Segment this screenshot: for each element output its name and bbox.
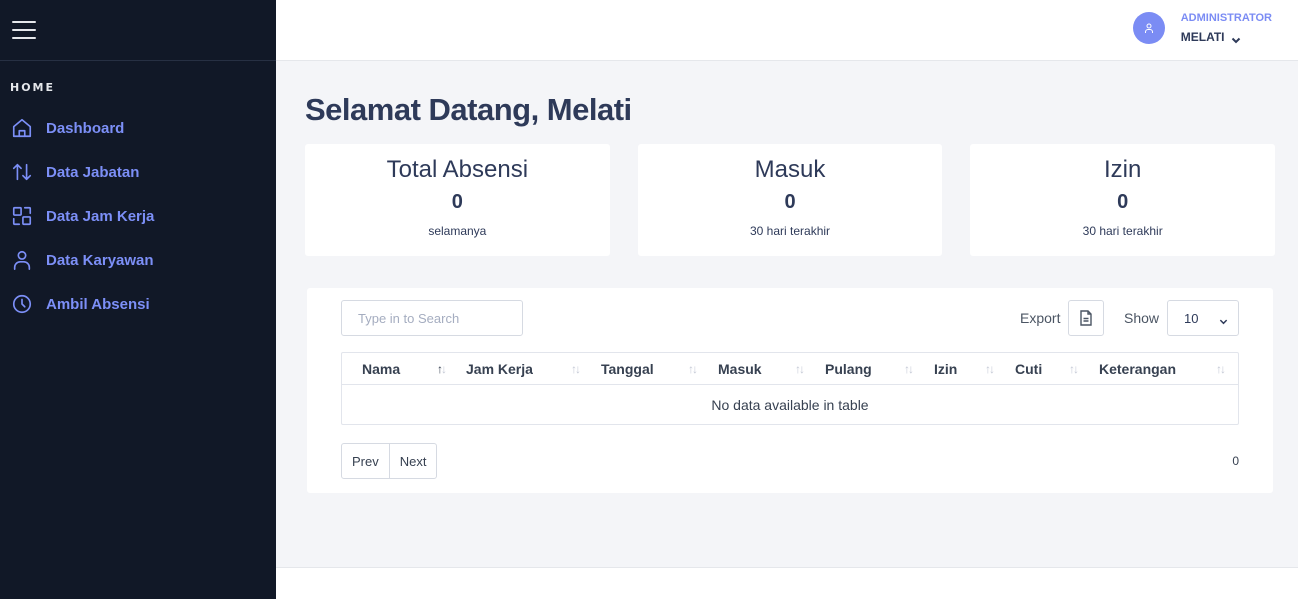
top-header: ADMINISTRATOR MELATI — [276, 0, 1298, 61]
sort-icon[interactable]: ↑↓ — [904, 362, 914, 376]
chevron-down-icon[interactable] — [1231, 32, 1241, 44]
shapes-icon — [10, 204, 34, 228]
sidebar: HOME Dashboard Data Jabatan Data Jam Ker… — [0, 0, 276, 599]
pagination: Prev Next — [341, 443, 438, 479]
sort-icon[interactable]: ↑↓ — [571, 362, 581, 376]
sidebar-item-dashboard[interactable]: Dashboard — [0, 106, 276, 150]
sidebar-item-data-karyawan[interactable]: Data Karyawan — [0, 238, 276, 282]
hamburger-menu-icon[interactable] — [12, 21, 36, 39]
user-name: MELATI — [1180, 30, 1225, 44]
stat-card-value: 0 — [451, 191, 463, 213]
page-title: Selamat Datang, Melati — [305, 92, 632, 127]
search-input[interactable] — [341, 300, 523, 336]
stat-card-title: Masuk — [754, 156, 826, 183]
column-header-izin[interactable]: Izin — [934, 353, 957, 384]
show-label: Show — [1124, 310, 1160, 326]
sidebar-section-label: HOME — [10, 81, 56, 94]
footer — [276, 567, 1298, 599]
sidebar-item-ambil-absensi[interactable]: Ambil Absensi — [0, 282, 276, 326]
export-button[interactable] — [1068, 300, 1104, 336]
stat-cards: Total Absensi 0 selamanya Masuk 0 30 har… — [305, 144, 1276, 256]
sidebar-item-label: Data Karyawan — [46, 251, 154, 269]
chevron-down-icon — [1219, 314, 1228, 325]
sidebar-item-label: Data Jam Kerja — [46, 207, 155, 225]
sort-icon[interactable]: ↑↓ — [985, 362, 995, 376]
stat-card-subtitle: 30 hari terakhir — [749, 224, 831, 238]
column-header-jam-kerja[interactable]: Jam Kerja — [466, 353, 533, 384]
attendance-table-panel: Export Show 10 Nama ↑↓ Jam Kerja ↑↓ Tang… — [307, 288, 1273, 493]
stat-card-total-absensi: Total Absensi 0 selamanya — [305, 144, 610, 256]
sidebar-nav: Dashboard Data Jabatan Data Jam Kerja Da… — [0, 106, 276, 326]
sort-icon[interactable]: ↑↓ — [437, 362, 447, 376]
user-menu[interactable]: ADMINISTRATOR MELATI — [1132, 11, 1272, 44]
page-size-value: 10 — [1184, 310, 1199, 326]
sort-arrows-icon — [10, 160, 34, 184]
user-info: ADMINISTRATOR MELATI — [1181, 11, 1272, 44]
sort-icon[interactable]: ↑↓ — [688, 362, 698, 376]
sidebar-header — [0, 0, 276, 61]
sidebar-item-label: Dashboard — [46, 119, 125, 137]
table-header-row: Nama ↑↓ Jam Kerja ↑↓ Tanggal ↑↓ Masuk ↑↓… — [342, 353, 1238, 385]
total-count: 0 — [1232, 454, 1239, 468]
table-empty-message: No data available in table — [711, 396, 869, 413]
stat-card-value: 0 — [1117, 191, 1129, 213]
sort-icon[interactable]: ↑↓ — [1216, 362, 1226, 376]
sidebar-item-label: Data Jabatan — [46, 163, 140, 181]
column-header-tanggal[interactable]: Tanggal — [601, 353, 654, 384]
prev-page-button[interactable]: Prev — [342, 444, 389, 478]
column-header-keterangan[interactable]: Keterangan — [1099, 353, 1176, 384]
stat-card-subtitle: selamanya — [428, 224, 487, 238]
export-label: Export — [1020, 310, 1061, 326]
sort-icon[interactable]: ↑↓ — [1069, 362, 1079, 376]
column-header-masuk[interactable]: Masuk — [718, 353, 762, 384]
sidebar-item-data-jabatan[interactable]: Data Jabatan — [0, 150, 276, 194]
user-icon — [1144, 23, 1153, 33]
next-page-button[interactable]: Next — [388, 444, 437, 478]
sidebar-item-label: Ambil Absensi — [46, 295, 150, 313]
column-header-nama[interactable]: Nama — [362, 353, 400, 384]
stat-card-masuk: Masuk 0 30 hari terakhir — [637, 144, 943, 256]
stat-card-value: 0 — [784, 191, 796, 213]
page-size-select[interactable]: 10 — [1167, 300, 1239, 336]
sort-icon[interactable]: ↑↓ — [795, 362, 805, 376]
stat-card-izin: Izin 0 30 hari terakhir — [970, 144, 1276, 256]
file-export-icon — [1080, 310, 1092, 326]
column-header-pulang[interactable]: Pulang — [825, 353, 872, 384]
clock-icon — [10, 292, 34, 316]
user-role: ADMINISTRATOR — [1180, 12, 1272, 24]
avatar[interactable] — [1132, 12, 1165, 44]
home-icon — [10, 116, 34, 140]
user-name-row[interactable]: MELATI — [1181, 30, 1272, 44]
stat-card-title: Total Absensi — [386, 156, 529, 183]
attendance-table: Nama ↑↓ Jam Kerja ↑↓ Tanggal ↑↓ Masuk ↑↓… — [341, 352, 1239, 425]
user-icon — [10, 248, 34, 272]
stat-card-subtitle: 30 hari terakhir — [1082, 224, 1163, 238]
stat-card-title: Izin — [1104, 156, 1142, 183]
sidebar-item-data-jam-kerja[interactable]: Data Jam Kerja — [0, 194, 276, 238]
column-header-cuti[interactable]: Cuti — [1015, 353, 1042, 384]
